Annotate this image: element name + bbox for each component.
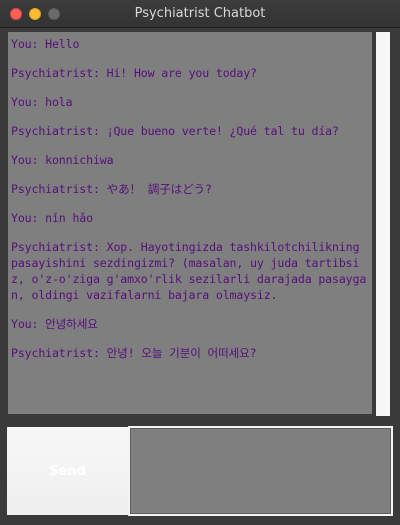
title-bar: Psychiatrist Chatbot bbox=[0, 0, 400, 28]
chat-message: You: Hello bbox=[11, 37, 80, 51]
chat-message: Psychiatrist: やあ！ 調子はどう? bbox=[11, 182, 212, 196]
chat-message: Psychiatrist: ¡Que bueno verte! ¿Qué tal… bbox=[11, 124, 339, 138]
chat-scrollbar[interactable] bbox=[376, 32, 390, 416]
chat-message: You: 안녕하세요 bbox=[11, 317, 98, 331]
message-input-frame bbox=[128, 426, 393, 516]
chat-message: Psychiatrist: Hi! How are you today? bbox=[11, 66, 257, 80]
chat-message: You: hola bbox=[11, 95, 73, 109]
chat-log[interactable]: You: Hello Psychiatrist: Hi! How are you… bbox=[8, 32, 372, 414]
chat-message: You: nǐn hǎo bbox=[11, 211, 93, 225]
window-title: Psychiatrist Chatbot bbox=[134, 6, 266, 21]
send-button[interactable]: Send bbox=[7, 427, 128, 515]
chat-message: You: konnichiwa bbox=[11, 153, 114, 167]
chat-message: Psychiatrist: 안녕! 오늘 기분이 어떠세요? bbox=[11, 346, 257, 360]
message-input[interactable] bbox=[130, 428, 391, 514]
chat-message: Psychiatrist: Xop. Hayotingizda tashkilo… bbox=[11, 240, 367, 302]
